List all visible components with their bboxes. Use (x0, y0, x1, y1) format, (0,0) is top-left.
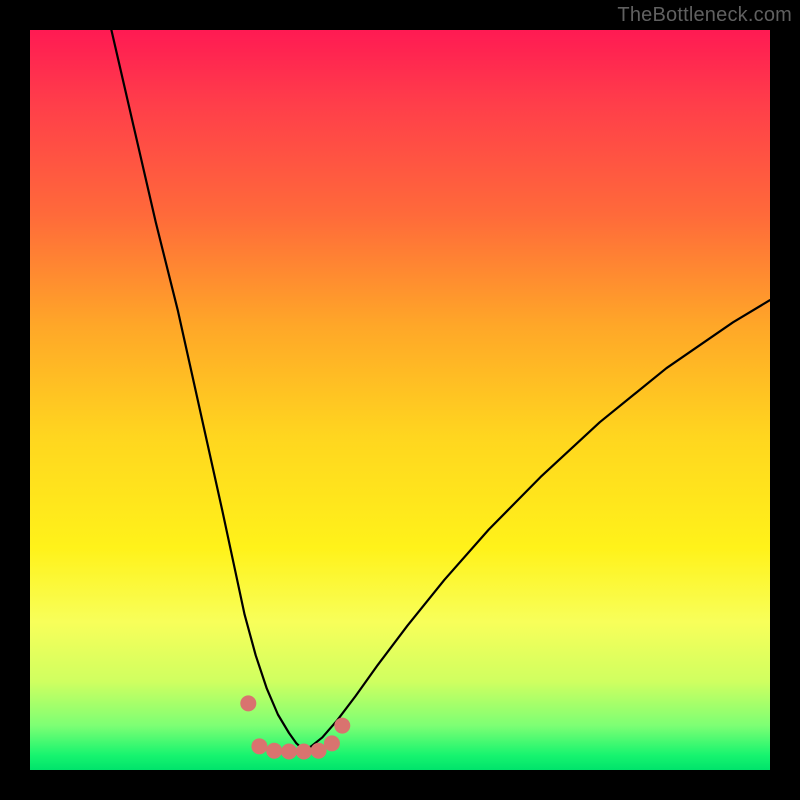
marker-point (281, 744, 297, 760)
marker-point (334, 718, 350, 734)
plot-area (30, 30, 770, 770)
marker-point (324, 735, 340, 751)
marker-point (296, 744, 312, 760)
marker-point (240, 695, 256, 711)
marker-point (251, 738, 267, 754)
marker-point (266, 743, 282, 759)
marker-layer (30, 30, 770, 770)
flat-bottom-markers (240, 695, 350, 759)
chart-stage: TheBottleneck.com (0, 0, 800, 800)
watermark-text: TheBottleneck.com (617, 4, 792, 27)
